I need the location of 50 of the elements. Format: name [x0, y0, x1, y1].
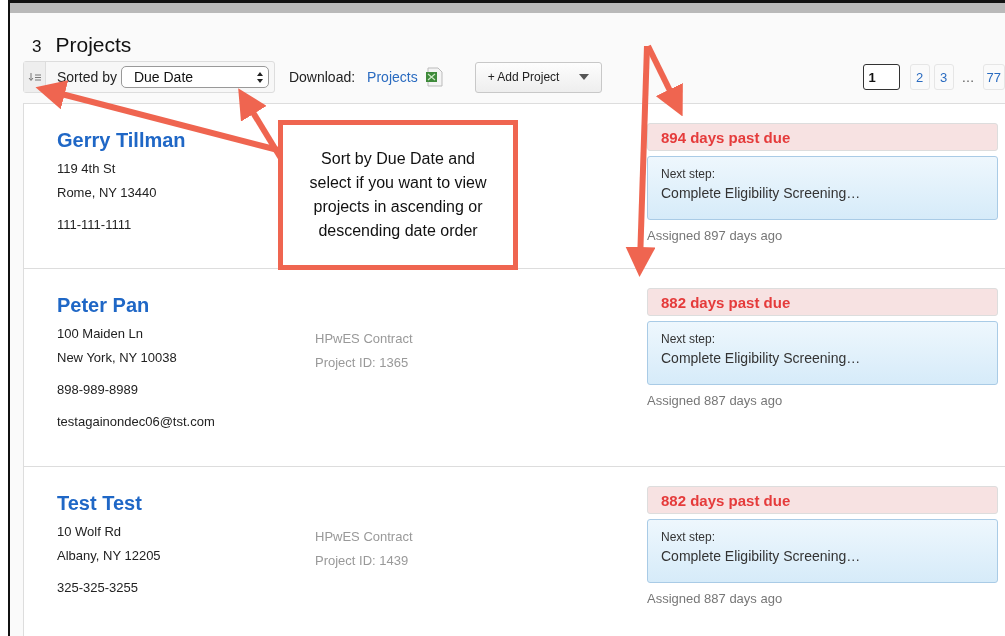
address-line: Rome, NY 13440 [57, 184, 157, 202]
page-button[interactable]: 2 [909, 64, 930, 90]
next-step-text: Complete Eligibility Screening… [661, 548, 862, 564]
next-step-box[interactable]: Next step: Complete Eligibility Screening… [647, 156, 998, 220]
address-line: 10 Wolf Rd [57, 523, 122, 541]
sort-label: Sorted by [57, 69, 117, 85]
download-link[interactable]: Projects [367, 69, 418, 85]
phone-number: 325-325-3255 [57, 579, 138, 597]
program-name: HPwES Contract [315, 330, 414, 348]
past-due-banner: 882 days past due [647, 288, 998, 316]
page-button[interactable]: 3 [933, 64, 954, 90]
past-due-banner: 882 days past due [647, 486, 998, 514]
address-line: Albany, NY 12205 [57, 547, 161, 565]
email-address: testagainondec06@tst.com [57, 413, 215, 431]
select-arrows-icon [255, 70, 264, 84]
page-button[interactable]: 77 [982, 64, 1005, 90]
phone-number: 111-111-1111 [57, 216, 132, 234]
caret-icon [578, 74, 589, 80]
assigned-age: Assigned 887 days ago [647, 393, 784, 408]
assigned-age: Assigned 887 days ago [647, 591, 784, 606]
project-id: Project ID: 1439 [315, 552, 410, 570]
next-step-label: Next step: [661, 530, 717, 544]
page-gap: … [960, 69, 976, 85]
address-line: New York, NY 10038 [57, 349, 177, 367]
client-name-link[interactable]: Test Test [57, 492, 142, 515]
program-name: HPwES Contract [315, 528, 414, 546]
address-line: 119 4th St [57, 160, 116, 178]
page-title: Projects [55, 33, 132, 57]
spreadsheet-icon[interactable] [424, 67, 443, 87]
next-step-text: Complete Eligibility Screening… [661, 350, 862, 366]
client-name-link[interactable]: Gerry Tillman [57, 129, 186, 152]
sort-direction-button[interactable] [24, 62, 46, 92]
past-due-banner: 894 days past due [647, 123, 998, 151]
assigned-age: Assigned 897 days ago [647, 228, 784, 243]
page-button[interactable]: 1 [862, 64, 900, 90]
next-step-box[interactable]: Next step: Complete Eligibility Screening… [647, 519, 998, 583]
sort-select[interactable]: Due Date [120, 66, 269, 88]
add-project-button[interactable]: + Add Project [474, 61, 602, 93]
phone-number: 898-989-8989 [57, 381, 138, 399]
sort-order-icon [27, 72, 42, 82]
client-name-link[interactable]: Peter Pan [57, 294, 150, 317]
address-line: 100 Maiden Ln [57, 325, 143, 343]
download-label: Download: [288, 69, 356, 85]
callout-note: Sort by Due Date and select if you want to view projects in ascending or descending date order [278, 120, 518, 270]
next-step-label: Next step: [661, 167, 717, 181]
project-id: Project ID: 1365 [315, 354, 410, 372]
next-step-text: Complete Eligibility Screening… [661, 185, 862, 201]
next-step-label: Next step: [661, 332, 717, 346]
project-count: 3 [32, 37, 42, 57]
next-step-box[interactable]: Next step: Complete Eligibility Screening… [647, 321, 998, 385]
